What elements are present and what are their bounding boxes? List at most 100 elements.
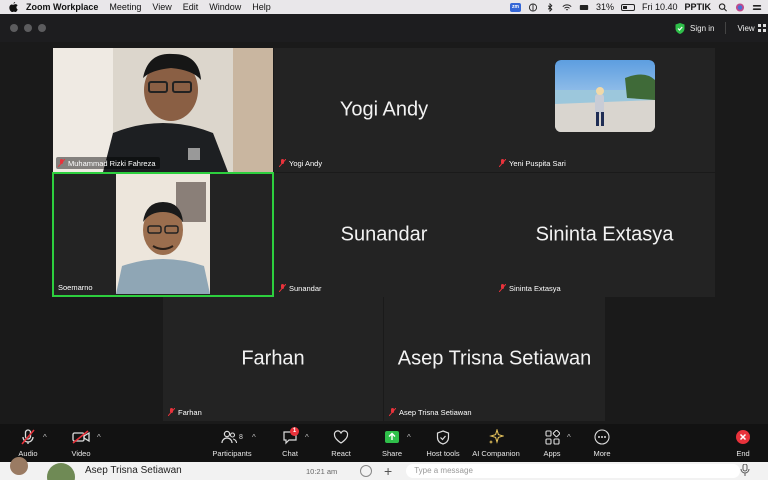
apps-grid-icon: [544, 429, 560, 445]
participant-tile[interactable]: Sininta Extasya Sininta Extasya: [494, 173, 715, 297]
participant-name-label: Muhammad Rizki Fahreza: [56, 157, 160, 169]
participant-name-label: Farhan: [166, 406, 206, 418]
shield-check-icon[interactable]: [675, 22, 685, 34]
participant-tile[interactable]: Sunandar Sunandar: [274, 173, 494, 297]
participant-video: [53, 48, 273, 172]
mic-muted-icon: [389, 408, 396, 416]
share-label: Share: [381, 449, 402, 458]
clock[interactable]: Fri 10.40: [642, 2, 678, 12]
menu-view[interactable]: View: [152, 2, 171, 12]
attach-plus-icon[interactable]: +: [384, 463, 392, 479]
share-button[interactable]: Share: [380, 428, 404, 458]
participant-tile[interactable]: Soemarno: [53, 173, 273, 296]
voice-message-mic-icon[interactable]: [740, 464, 750, 476]
more-label: More: [593, 449, 611, 458]
vpn-icon[interactable]: [528, 2, 538, 12]
chat-unread-badge: 1: [290, 427, 299, 436]
video-options-chevron-icon[interactable]: ^: [97, 433, 101, 442]
close-window-button[interactable]: [10, 24, 18, 32]
participant-name: Yogi Andy: [289, 158, 323, 168]
sign-in-link[interactable]: Sign in: [690, 24, 714, 33]
host-tools-button[interactable]: Host tools: [425, 428, 461, 458]
shield-icon: [436, 429, 450, 445]
participant-tile[interactable]: Muhammad Rizki Fahreza: [53, 48, 273, 172]
host-tools-label: Host tools: [426, 449, 460, 458]
participant-tile[interactable]: Yogi Andy Yogi Andy: [274, 48, 494, 172]
menu-meeting[interactable]: Meeting: [109, 2, 141, 12]
avatar[interactable]: [10, 457, 28, 475]
participant-display-name: Asep Trisna Setiawan: [397, 347, 592, 370]
ai-companion-label: AI Companion: [472, 449, 520, 458]
status-area: zm 31% Fri 10.40 PPTIK: [509, 0, 762, 14]
ai-companion-button[interactable]: AI Companion: [472, 428, 520, 458]
end-meeting-button[interactable]: End: [732, 428, 754, 458]
ai-sparkle-icon: [489, 429, 504, 444]
participant-name: Muhammad Rizki Fahreza: [68, 158, 156, 168]
avatar[interactable]: [47, 463, 75, 480]
participant-display-name: Farhan: [241, 347, 305, 370]
mic-muted-icon: [279, 284, 286, 292]
keyboard-icon[interactable]: [579, 3, 589, 12]
siri-icon[interactable]: [735, 2, 745, 12]
chat-compose-bar: + Type a message: [360, 462, 740, 480]
more-button[interactable]: More: [591, 428, 613, 458]
view-label: View: [737, 23, 755, 33]
participant-display-name: Sininta Extasya: [535, 223, 674, 246]
share-options-chevron-icon[interactable]: ^: [407, 433, 411, 442]
microphone-muted-icon: [21, 429, 35, 445]
spotlight-search-icon[interactable]: [718, 2, 728, 12]
chat-label: Chat: [282, 449, 298, 458]
menu-app-name[interactable]: Zoom Workplace: [26, 2, 98, 12]
zoom-status-icon[interactable]: zm: [509, 2, 521, 12]
title-bar-actions: Sign in View: [675, 21, 766, 35]
participants-button[interactable]: 8 Participants: [210, 428, 254, 458]
grid-icon: [757, 24, 766, 32]
meeting-gallery: Muhammad Rizki Fahreza Yogi Andy Yogi An…: [0, 42, 768, 424]
mic-muted-icon: [499, 159, 506, 167]
end-label: End: [736, 449, 750, 458]
chat-timestamp: 10:21 am: [306, 467, 338, 476]
end-call-icon: [736, 430, 750, 444]
participants-count: 8: [239, 433, 243, 441]
participant-name-label: Yogi Andy: [277, 157, 326, 169]
view-button[interactable]: View: [737, 23, 766, 33]
participant-tile[interactable]: Asep Trisna Setiawan Asep Trisna Setiawa…: [384, 297, 605, 421]
apple-icon[interactable]: [8, 2, 18, 12]
apps-options-chevron-icon[interactable]: ^: [567, 433, 571, 442]
chat-options-chevron-icon[interactable]: ^: [305, 433, 309, 442]
participants-options-chevron-icon[interactable]: ^: [252, 433, 256, 442]
menu-window[interactable]: Window: [209, 2, 241, 12]
user-name[interactable]: PPTIK: [684, 2, 711, 12]
participant-name: Soemarno: [58, 282, 93, 292]
mic-muted-icon: [279, 159, 286, 167]
zoom-title-bar: Sign in View: [0, 14, 768, 42]
menu-edit[interactable]: Edit: [183, 2, 199, 12]
audio-options-chevron-icon[interactable]: ^: [43, 433, 47, 442]
battery-icon[interactable]: [620, 3, 635, 11]
participant-profile-photo: [555, 60, 655, 132]
react-button[interactable]: React: [329, 428, 353, 458]
audio-button[interactable]: Audio: [15, 428, 41, 458]
message-input[interactable]: Type a message: [406, 464, 740, 478]
minimize-window-button[interactable]: [24, 24, 32, 32]
participant-tile[interactable]: Farhan Farhan: [163, 297, 383, 421]
video-button[interactable]: Video: [68, 428, 94, 458]
participant-name-label: Soemarno: [56, 281, 97, 293]
chat-button[interactable]: 1 Chat: [279, 427, 301, 458]
bluetooth-icon[interactable]: [545, 2, 555, 12]
participant-tile[interactable]: Yeni Puspita Sari: [494, 48, 715, 172]
apps-button[interactable]: Apps: [541, 428, 563, 458]
participants-label: Participants: [212, 449, 252, 458]
divider: [725, 22, 727, 34]
control-center-icon[interactable]: [752, 3, 762, 12]
menu-help[interactable]: Help: [252, 2, 271, 12]
participant-name: Yeni Puspita Sari: [509, 158, 566, 168]
emoji-icon[interactable]: [360, 465, 372, 477]
apps-label: Apps: [543, 449, 561, 458]
wifi-icon[interactable]: [562, 3, 572, 12]
mic-muted-icon: [58, 159, 65, 167]
participant-display-name: Yogi Andy: [339, 98, 429, 121]
participant-display-name: Sunandar: [340, 223, 428, 246]
chat-contact-name[interactable]: Asep Trisna Setiawan: [85, 465, 182, 476]
fullscreen-window-button[interactable]: [38, 24, 46, 32]
